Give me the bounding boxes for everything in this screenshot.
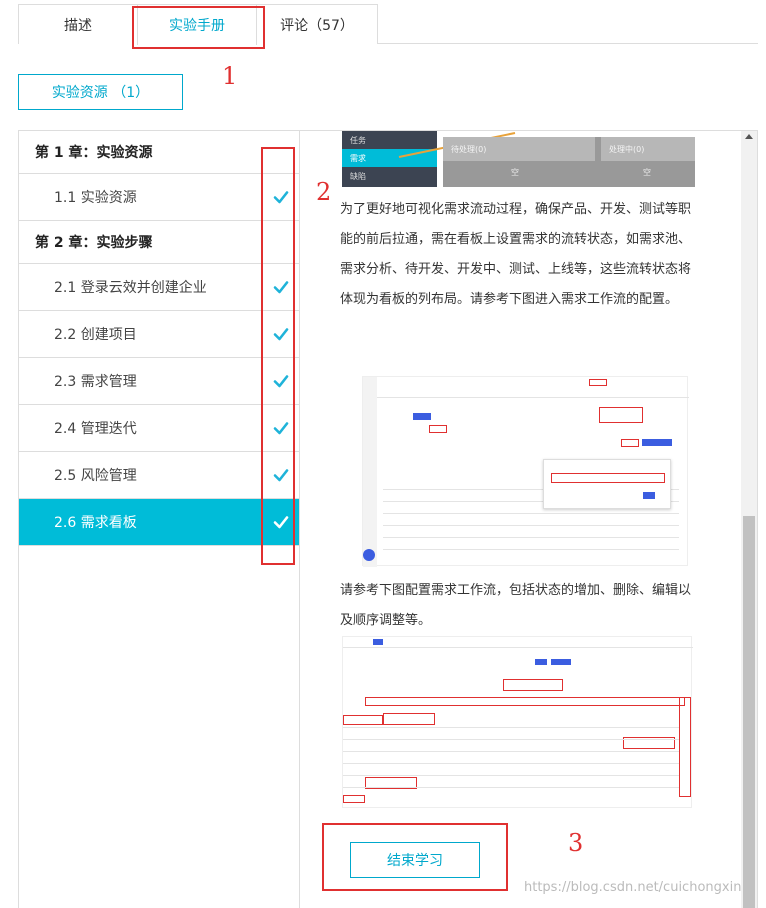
column-inprogress-empty: 空 [643, 168, 651, 177]
sidebar-chapter[interactable]: 第 1 章：实验资源 [19, 131, 299, 174]
manual-content: 任务 需求 缺陷 待处理(0) 处理中(0) 空 空 为了更好地可视化需求流动过… [300, 130, 758, 908]
board-type-defect: 缺陷 [350, 171, 366, 181]
annotation-box-checks [261, 147, 295, 565]
watermark: https://blog.csdn.net/cuichongxin [524, 880, 742, 895]
sidebar-item[interactable]: 1.1 实验资源 [19, 174, 299, 221]
tab-description[interactable]: 描述 [18, 4, 138, 44]
scroll-thumb[interactable] [743, 516, 755, 908]
tab-comments[interactable]: 评论（57） [256, 4, 378, 44]
scroll-up-icon[interactable] [745, 134, 753, 139]
annotation-number-3: 3 [568, 829, 584, 857]
content-scrollbar[interactable] [741, 131, 757, 908]
sidebar-item-label: 2.5 风险管理 [54, 468, 137, 484]
sidebar-item-label: 1.1 实验资源 [54, 190, 137, 206]
sidebar-chapter[interactable]: 第 2 章：实验步骤 [19, 221, 299, 264]
board-screenshot-top: 任务 需求 缺陷 待处理(0) 处理中(0) 空 空 [342, 131, 695, 187]
sidebar-item[interactable]: 2.5 风险管理 [19, 452, 299, 499]
sidebar-item-label: 第 2 章：实验步骤 [35, 235, 153, 251]
sidebar-item-label: 2.4 管理迭代 [54, 421, 137, 437]
paragraph-config: 请参考下图配置需求工作流，包括状态的增加、删除、编辑以及顺序调整等。 [340, 583, 692, 628]
sidebar-item-label: 2.2 创建项目 [54, 327, 137, 343]
column-inprogress: 处理中(0) [601, 137, 695, 161]
workflow-config-screenshot [362, 376, 689, 567]
annotation-box-tab [132, 6, 265, 49]
annotation-number-1: 1 [222, 62, 238, 90]
chapter-sidebar: 第 1 章：实验资源 1.1 实验资源第 2 章：实验步骤 2.1 登录云效并创建企… [18, 130, 300, 908]
end-study-button[interactable]: 结束学习 [350, 842, 480, 878]
board-columns: 待处理(0) 处理中(0) 空 空 [443, 137, 695, 187]
sidebar-item-label: 第 1 章：实验资源 [35, 145, 153, 161]
sidebar-item[interactable]: 2.6 需求看板 [19, 499, 299, 546]
sidebar-item-label: 2.1 登录云效并创建企业 [54, 280, 207, 296]
sidebar-item[interactable]: 2.4 管理迭代 [19, 405, 299, 452]
sidebar-item-label: 2.3 需求管理 [54, 374, 137, 390]
column-todo-empty: 空 [511, 168, 519, 177]
tab-bar: 描述 实验手册 评论（57） [18, 4, 758, 45]
sidebar-item[interactable]: 2.3 需求管理 [19, 358, 299, 405]
paragraph-intro: 为了更好地可视化需求流动过程，确保产品、开发、测试等职能的前后拉通，需在看板上设… [340, 202, 692, 307]
sidebar-item[interactable]: 2.1 登录云效并创建企业 [19, 264, 299, 311]
workflow-edit-screenshot [342, 636, 693, 808]
sidebar-item-label: 2.6 需求看板 [54, 515, 137, 531]
lab-resources-button[interactable]: 实验资源 （1） [18, 74, 183, 110]
sidebar-item[interactable]: 2.2 创建项目 [19, 311, 299, 358]
column-todo: 待处理(0) [443, 137, 595, 161]
